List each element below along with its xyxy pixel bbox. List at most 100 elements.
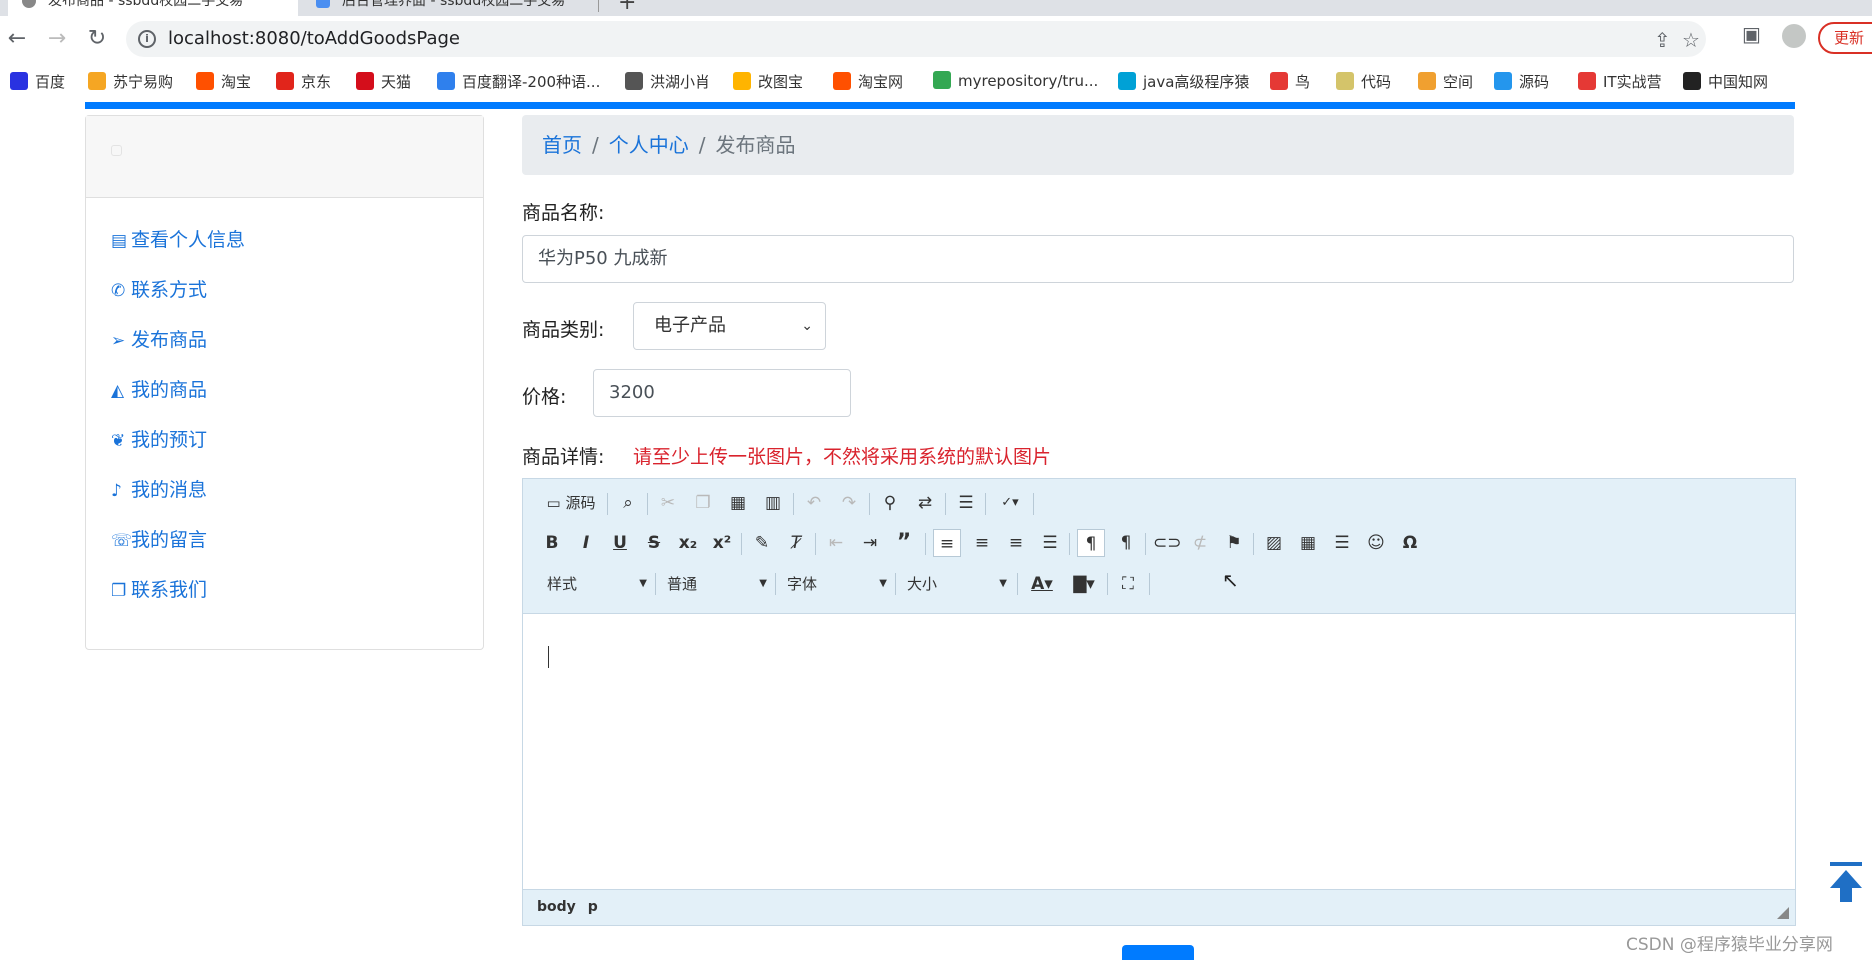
special-char-icon[interactable]: Ω	[1397, 529, 1423, 557]
bookmark-item[interactable]: 空间	[1418, 71, 1473, 92]
goods-category-select[interactable]: 电子产品 ⌄	[633, 302, 826, 350]
bookmark-item[interactable]: 源码	[1494, 71, 1549, 92]
bookmark-item[interactable]: 代码	[1336, 71, 1391, 92]
unlink-icon[interactable]: ⊄	[1187, 529, 1213, 557]
bookmark-star-icon[interactable]: ☆	[1682, 28, 1700, 52]
superscript-icon[interactable]: x²	[709, 529, 735, 557]
bookmark-item[interactable]: 百度翻译-200种语...	[437, 71, 600, 92]
bookmark-item[interactable]: java高级程序猿	[1118, 71, 1249, 92]
bookmark-item[interactable]: myrepository/tru...	[933, 71, 1098, 90]
bookmark-item[interactable]: 京东	[276, 71, 331, 92]
find-icon[interactable]: ⚲	[877, 489, 903, 517]
image-icon[interactable]: ▨	[1261, 529, 1287, 557]
align-right-icon[interactable]: ≡	[1003, 529, 1029, 557]
sidebar-item-comments[interactable]: ☏我的留言	[111, 525, 207, 552]
profile-avatar[interactable]	[1782, 24, 1806, 48]
select-all-icon[interactable]: ☰	[953, 489, 979, 517]
align-left-icon[interactable]: ≡	[933, 529, 961, 557]
back-icon[interactable]: ←	[4, 26, 30, 52]
text-color-icon[interactable]: A▾	[1025, 570, 1059, 598]
bookmark-item[interactable]: 苏宁易购	[88, 71, 173, 92]
sidebar-item-publish[interactable]: ➢ 发布商品	[111, 325, 207, 352]
sidebar-item-label: 我的留言	[131, 529, 208, 551]
address-bar[interactable]: i localhost:8080/toAddGoodsPage ⇪ ☆	[126, 21, 1706, 57]
format-dropdown[interactable]: 普通 ▼	[659, 570, 771, 598]
bookmark-item[interactable]: 淘宝网	[833, 71, 903, 92]
redo-icon[interactable]: ↷	[836, 489, 862, 517]
reload-icon[interactable]: ↻	[84, 26, 110, 52]
underline-icon[interactable]: U	[607, 529, 633, 557]
browser-tab-active[interactable]: 发布商品 - ssbdd校园二手交易	[8, 0, 298, 16]
horizontal-line-icon[interactable]: ☰	[1329, 529, 1355, 557]
outdent-icon[interactable]: ⇤	[823, 529, 849, 557]
new-tab-button[interactable]: +	[618, 0, 636, 15]
text-direction-rtl-icon[interactable]: ¶	[1113, 529, 1139, 557]
update-button[interactable]: 更新	[1818, 22, 1872, 54]
text-direction-ltr-icon[interactable]: ¶	[1077, 529, 1105, 557]
paste-text-icon[interactable]: ▥	[760, 489, 786, 517]
path-body[interactable]: body	[537, 899, 576, 915]
subscript-icon[interactable]: x₂	[675, 529, 701, 557]
price-input[interactable]: 3200	[593, 369, 851, 417]
align-center-icon[interactable]: ≡	[969, 529, 995, 557]
replace-icon[interactable]: ⇄	[912, 489, 938, 517]
remove-format-icon[interactable]: T̷	[783, 529, 809, 557]
bookmark-item[interactable]: IT实战营	[1578, 71, 1662, 92]
style-dropdown[interactable]: 样式 ▼	[539, 570, 651, 598]
maximize-icon[interactable]: ⛶	[1115, 570, 1141, 598]
size-dropdown[interactable]: 大小 ▼	[899, 570, 1011, 598]
undo-icon[interactable]: ↶	[801, 489, 827, 517]
copy-icon[interactable]: ❐	[690, 489, 716, 517]
preview-icon[interactable]: ⌕	[615, 489, 641, 517]
bookmark-label: IT实战营	[1603, 73, 1662, 91]
toolbar-separator	[775, 573, 776, 595]
bold-icon[interactable]: B	[539, 529, 565, 557]
browser-tab-admin[interactable]: 后台管理界面 - ssbdd校园二手交易	[302, 0, 594, 16]
bookmark-item[interactable]: 百度	[10, 71, 65, 92]
bookmark-item[interactable]: 淘宝	[196, 71, 251, 92]
resize-handle-icon[interactable]	[1777, 907, 1789, 919]
path-p[interactable]: p	[588, 899, 598, 915]
italic-icon[interactable]: I	[573, 529, 599, 557]
submit-button[interactable]	[1122, 945, 1194, 960]
source-button[interactable]: ▭ 源码	[541, 489, 601, 517]
smiley-icon[interactable]: ☺	[1363, 529, 1389, 557]
link-icon[interactable]: ⊂⊃	[1153, 529, 1182, 557]
editor-content-area[interactable]	[523, 614, 1795, 889]
background-color-icon[interactable]: ▇▾	[1067, 570, 1101, 598]
sidebar-item-contact[interactable]: ✆ 联系方式	[111, 275, 207, 302]
blockquote-icon[interactable]: ”	[891, 529, 917, 557]
bookmark-item[interactable]: 天猫	[356, 71, 411, 92]
table-icon[interactable]: ▦	[1295, 529, 1321, 557]
sidebar-item-contact-us[interactable]: ❐ 联系我们	[111, 575, 207, 602]
bookmark-item[interactable]: 洪湖小肖	[625, 71, 710, 92]
back-to-top-button[interactable]	[1824, 858, 1868, 908]
sidebar-item-reservations[interactable]: ❦ 我的预订	[111, 425, 207, 452]
forward-icon[interactable]: →	[44, 26, 70, 52]
side-panel-icon[interactable]: ▣	[1742, 22, 1761, 46]
cut-icon[interactable]: ✂	[655, 489, 681, 517]
site-info-icon[interactable]: i	[138, 30, 156, 48]
toolbar-separator	[1069, 533, 1070, 555]
toolbar-separator	[1253, 533, 1254, 555]
bookmark-item[interactable]: 中国知网	[1683, 71, 1768, 92]
breadcrumb-user-center[interactable]: 个人中心	[609, 133, 689, 157]
align-justify-icon[interactable]: ☰	[1037, 529, 1063, 557]
sidebar-item-messages[interactable]: ♪ 我的消息	[111, 475, 207, 502]
spellcheck-icon[interactable]: ✓▾	[993, 489, 1027, 517]
strikethrough-icon[interactable]: S	[641, 529, 667, 557]
bookmark-item[interactable]: 鸟	[1270, 71, 1310, 92]
font-dropdown[interactable]: 字体 ▼	[779, 570, 891, 598]
toolbar-separator	[607, 493, 608, 515]
anchor-flag-icon[interactable]: ⚑	[1221, 529, 1247, 557]
bookmark-item[interactable]: 改图宝	[733, 71, 803, 92]
copy-format-icon[interactable]: ✎	[749, 529, 775, 557]
sidebar-item-profile[interactable]: ▤ 查看个人信息	[111, 225, 245, 252]
share-icon[interactable]: ⇪	[1654, 28, 1671, 52]
indent-icon[interactable]: ⇥	[857, 529, 883, 557]
url-text[interactable]: localhost:8080/toAddGoodsPage	[168, 28, 460, 49]
goods-name-input[interactable]: 华为P50 九成新	[522, 235, 1794, 283]
sidebar-item-my-goods[interactable]: ◭ 我的商品	[111, 375, 207, 402]
breadcrumb-home[interactable]: 首页	[542, 133, 582, 157]
paste-icon[interactable]: ▦	[725, 489, 751, 517]
